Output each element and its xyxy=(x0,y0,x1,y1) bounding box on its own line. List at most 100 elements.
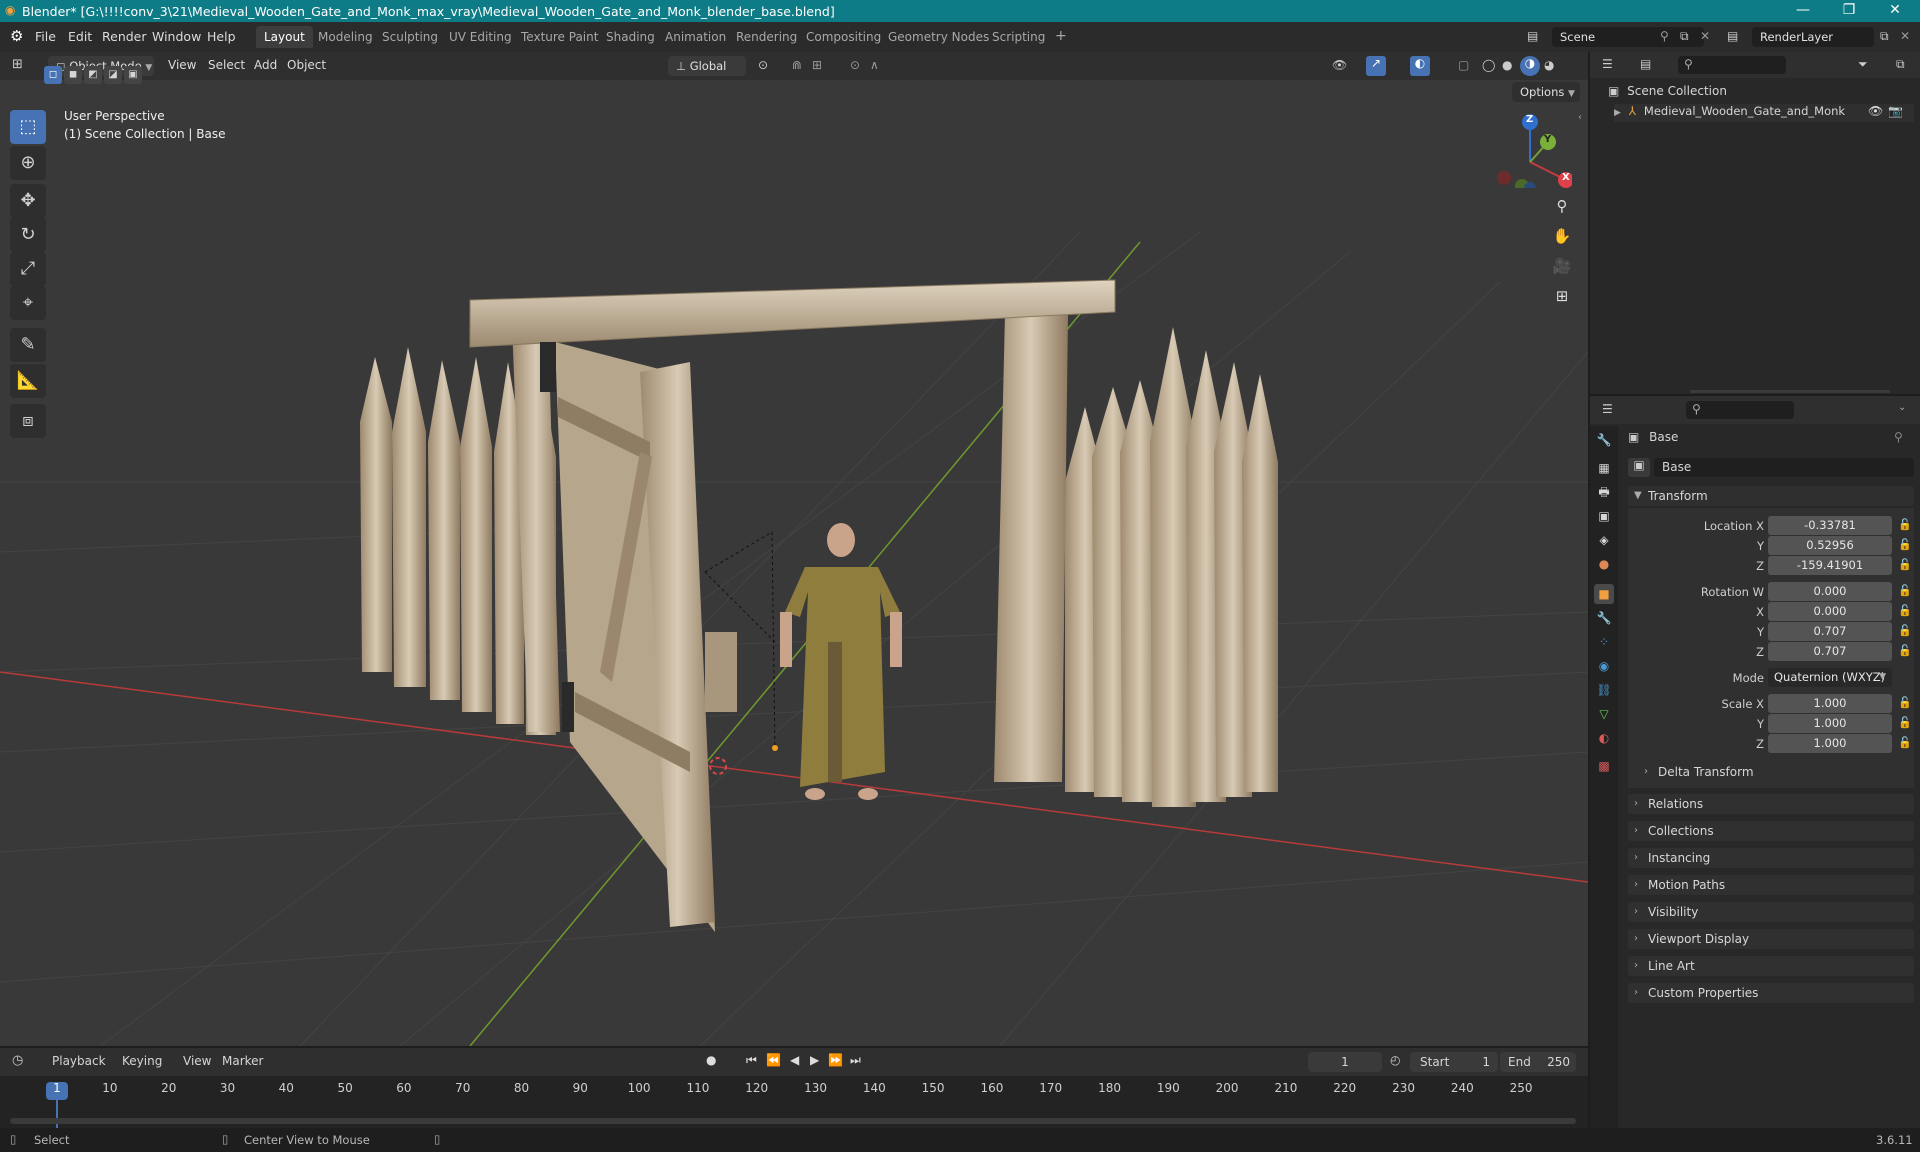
tab-sculpting[interactable]: Sculpting xyxy=(374,26,446,48)
view-layer-selector[interactable]: RenderLayer xyxy=(1752,27,1874,47)
menu-window[interactable]: Window xyxy=(152,29,201,44)
start-frame-field[interactable]: Start 1 xyxy=(1410,1052,1498,1072)
object-name-field[interactable]: Base xyxy=(1654,458,1914,477)
menu-edit[interactable]: Edit xyxy=(68,29,92,44)
pin-icon[interactable]: ⚲ xyxy=(1894,430,1903,444)
play-icon[interactable]: ▶ xyxy=(810,1053,819,1067)
solid-shading-icon[interactable]: ● xyxy=(1502,58,1512,72)
proportional-edit-icon[interactable]: ⊙ xyxy=(850,58,860,72)
material-shading-icon[interactable]: ◑ xyxy=(1520,56,1540,76)
jump-end-icon[interactable]: ⏭ xyxy=(850,1053,861,1068)
motion-paths-panel-header[interactable]: › Motion Paths xyxy=(1628,875,1914,895)
play-reverse-icon[interactable]: ◀ xyxy=(790,1053,799,1067)
transform-tool[interactable]: ⌖ xyxy=(10,286,46,320)
viewport-menu-add[interactable]: Add xyxy=(254,58,277,72)
tab-scripting[interactable]: Scripting xyxy=(984,26,1053,48)
lock-icon[interactable]: 🔓 xyxy=(1898,736,1912,749)
annotate-tool[interactable]: ✎ xyxy=(10,328,46,362)
delta-transform-subpanel[interactable]: › Delta Transform xyxy=(1636,762,1906,782)
timeline-menu-marker[interactable]: Marker xyxy=(222,1054,263,1068)
tab-compositing[interactable]: Compositing xyxy=(798,26,889,48)
move-tool[interactable]: ✥ xyxy=(10,184,46,218)
menu-render[interactable]: Render xyxy=(102,29,147,44)
lock-icon[interactable]: 🔓 xyxy=(1898,644,1912,657)
visibility-panel-header[interactable]: › Visibility xyxy=(1628,902,1914,922)
menu-help[interactable]: Help xyxy=(207,29,236,44)
timeline-menu-keying[interactable]: Keying xyxy=(122,1054,162,1068)
particles-tab-icon[interactable]: ⁘ xyxy=(1594,632,1614,652)
rotation-x-field[interactable]: 0.000 xyxy=(1768,602,1892,621)
display-mode-icon[interactable]: ▤ xyxy=(1640,57,1651,71)
object-browse-icon[interactable]: ▣ xyxy=(1628,458,1650,477)
timeline-menu-view[interactable]: View xyxy=(183,1054,211,1068)
select-subtract-icon[interactable]: ◩ xyxy=(84,66,102,84)
gizmo-x-label[interactable]: X xyxy=(1562,172,1570,183)
location-x-field[interactable]: -0.33781 xyxy=(1768,516,1892,535)
viewport-display-panel-header[interactable]: › Viewport Display xyxy=(1628,929,1914,949)
tab-geometry-nodes[interactable]: Geometry Nodes xyxy=(880,26,997,48)
scene-browse-icon[interactable]: ▤ xyxy=(1527,29,1538,43)
options-dropdown[interactable]: Options ▼ xyxy=(1512,82,1580,102)
texture-tab-icon[interactable]: ▩ xyxy=(1594,756,1614,776)
tab-rendering[interactable]: Rendering xyxy=(728,26,805,48)
snap-icon[interactable]: ⋒ xyxy=(792,58,802,72)
sidebar-toggle-icon[interactable]: ‹ xyxy=(1578,112,1582,123)
xray-icon[interactable]: ▢ xyxy=(1458,58,1469,72)
data-tab-icon[interactable]: ▽ xyxy=(1594,704,1614,724)
tool-tab-icon[interactable]: 🔧 xyxy=(1594,430,1614,450)
material-tab-icon[interactable]: ◐ xyxy=(1594,728,1614,748)
rotate-tool[interactable]: ↻ xyxy=(10,218,46,252)
ortho-toggle-icon[interactable]: ⊞ xyxy=(1548,282,1576,310)
properties-editor-icon[interactable]: ☰ xyxy=(1602,402,1613,416)
add-cube-tool[interactable]: ⧈ xyxy=(10,404,46,438)
scale-x-field[interactable]: 1.000 xyxy=(1768,694,1892,713)
line-art-panel-header[interactable]: › Line Art xyxy=(1628,956,1914,976)
relations-panel-header[interactable]: › Relations xyxy=(1628,794,1914,814)
collections-panel-header[interactable]: › Collections xyxy=(1628,821,1914,841)
select-intersect-icon[interactable]: ▣ xyxy=(124,66,142,84)
navigation-gizmo[interactable]: Z X Y xyxy=(1492,108,1574,194)
view-layer-browse-icon[interactable]: ▤ xyxy=(1727,29,1738,43)
select-extend-icon[interactable]: ◼ xyxy=(64,66,82,84)
transform-panel-header[interactable]: ▼ Transform xyxy=(1628,486,1914,506)
chevron-down-icon[interactable]: ⌄ xyxy=(1898,402,1906,413)
pivot-point-icon[interactable]: ⊙ xyxy=(758,58,768,72)
new-view-layer-icon[interactable]: ⧉ xyxy=(1880,29,1889,44)
tab-modeling[interactable]: Modeling xyxy=(310,26,381,48)
render-camera-icon[interactable]: 📷 xyxy=(1888,104,1903,118)
gizmo-z-label[interactable]: Z xyxy=(1526,114,1533,125)
pan-hand-icon[interactable]: ✋ xyxy=(1548,222,1576,250)
constraints-tab-icon[interactable]: ⛓ xyxy=(1594,680,1614,700)
physics-tab-icon[interactable]: ◉ xyxy=(1594,656,1614,676)
gizmo-y-label[interactable]: Y xyxy=(1544,134,1551,145)
render-tab-icon[interactable]: ▦ xyxy=(1594,458,1614,478)
maximize-button[interactable]: ❐ xyxy=(1826,0,1872,22)
close-button[interactable]: ✕ xyxy=(1872,0,1918,22)
rotation-w-field[interactable]: 0.000 xyxy=(1768,582,1892,601)
select-invert-icon[interactable]: ◪ xyxy=(104,66,122,84)
timeline-ruler[interactable]: 1 10 20 30 40 50 60 70 80 90 100 110 120 130 140 150 160… xyxy=(0,1076,1588,1128)
custom-properties-panel-header[interactable]: › Custom Properties xyxy=(1628,983,1914,1003)
timeline-menu-playback[interactable]: Playback xyxy=(52,1054,106,1068)
cursor-tool[interactable]: ⊕ xyxy=(10,146,46,180)
expand-arrow-icon[interactable]: ▶ xyxy=(1614,108,1621,118)
rotation-y-field[interactable]: 0.707 xyxy=(1768,622,1892,641)
timeline-scrollbar[interactable] xyxy=(10,1118,1576,1124)
lock-icon[interactable]: 🔓 xyxy=(1898,584,1912,597)
select-new-icon[interactable]: ◻ xyxy=(44,66,62,84)
modifier-tab-icon[interactable]: 🔧 xyxy=(1594,608,1614,628)
lock-icon[interactable]: 🔓 xyxy=(1898,558,1912,571)
filter-icon[interactable]: ⏷ xyxy=(1858,57,1868,72)
add-workspace-button[interactable]: + xyxy=(1047,26,1075,48)
outliner-row-scene-collection[interactable]: ▣ Scene Collection xyxy=(1608,84,1908,102)
rendered-shading-icon[interactable]: ◕ xyxy=(1544,58,1554,72)
camera-view-icon[interactable]: 🎥 xyxy=(1548,252,1576,280)
world-tab-icon[interactable]: ● xyxy=(1594,554,1614,574)
gizmo-toggle-icon[interactable]: ↗ xyxy=(1366,56,1386,76)
wireframe-shading-icon[interactable]: ◯ xyxy=(1482,58,1495,72)
tab-shading[interactable]: Shading xyxy=(598,26,663,48)
snap-target-icon[interactable]: ⊞ xyxy=(812,58,822,72)
zoom-icon[interactable]: ⚲ xyxy=(1548,192,1576,220)
rotation-mode-dropdown[interactable]: Quaternion (WXYZ) ▼ xyxy=(1768,668,1892,687)
viewport-menu-view[interactable]: View xyxy=(168,58,196,72)
